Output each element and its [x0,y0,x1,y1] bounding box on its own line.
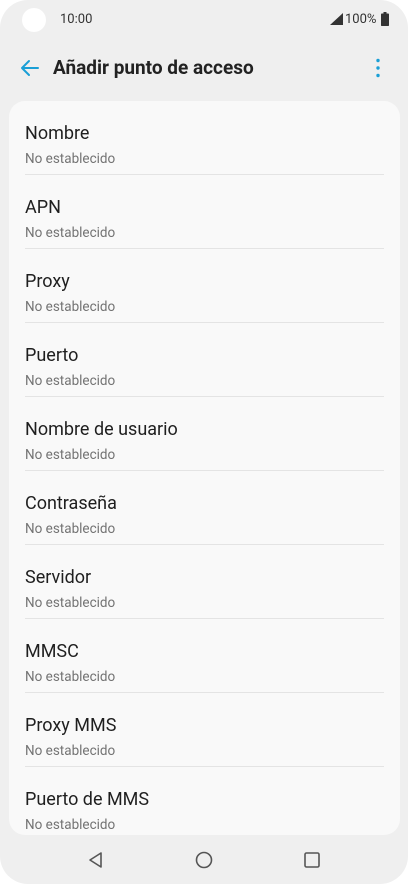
setting-value: No establecido [25,595,116,611]
cell-signal-icon [330,13,343,25]
setting-label: Nombre de usuario [25,419,178,440]
setting-item-nombre[interactable]: Nombre No establecido [9,101,400,175]
status-bar: 10:00 100% [0,0,408,40]
page-title: Añadir punto de acceso [53,56,254,79]
setting-label: Proxy [25,271,70,292]
setting-value: No establecido [25,817,116,833]
setting-item-puerto[interactable]: Puerto No establecido [9,323,400,397]
setting-value: No establecido [25,447,116,463]
setting-item-proxy-mms[interactable]: Proxy MMS No establecido [9,693,400,767]
setting-value: No establecido [25,521,116,537]
battery-percent: 100% [345,12,377,27]
arrow-back-icon[interactable] [18,56,42,80]
nav-home-icon[interactable] [192,848,216,872]
setting-label: Servidor [25,567,92,588]
apn-settings-list: Nombre No establecido APN No establecido… [9,101,400,835]
setting-item-mmsc[interactable]: MMSC No establecido [9,619,400,693]
setting-value: No establecido [25,299,116,315]
setting-label: MMSC [25,641,79,662]
setting-item-nombre-de-usuario[interactable]: Nombre de usuario No establecido [9,397,400,471]
setting-value: No establecido [25,669,116,685]
setting-value: No establecido [25,151,116,167]
setting-label: Contraseña [25,493,117,514]
setting-label: Puerto [25,345,79,366]
setting-item-servidor[interactable]: Servidor No establecido [9,545,400,619]
setting-label: APN [25,197,61,218]
setting-label: Proxy MMS [25,715,117,736]
nav-back-icon[interactable] [84,848,108,872]
setting-item-proxy[interactable]: Proxy No establecido [9,249,400,323]
setting-value: No establecido [25,373,116,389]
setting-label: Nombre [25,123,90,144]
setting-item-apn[interactable]: APN No establecido [9,175,400,249]
nav-recents-icon[interactable] [300,848,324,872]
app-bar: Añadir punto de acceso [0,46,408,90]
setting-item-contrasena[interactable]: Contraseña No establecido [9,471,400,545]
status-time: 10:00 [60,12,93,27]
battery-full-icon [381,12,389,26]
phone-screen: 10:00 100% Añadir punto de acceso Nombre… [0,0,408,884]
setting-value: No establecido [25,743,116,759]
setting-item-puerto-de-mms[interactable]: Puerto de MMS No establecido [9,767,400,835]
front-camera [22,8,46,32]
setting-label: Puerto de MMS [25,789,150,810]
more-vert-icon[interactable] [366,56,390,80]
navigation-bar [0,836,408,884]
setting-value: No establecido [25,225,116,241]
